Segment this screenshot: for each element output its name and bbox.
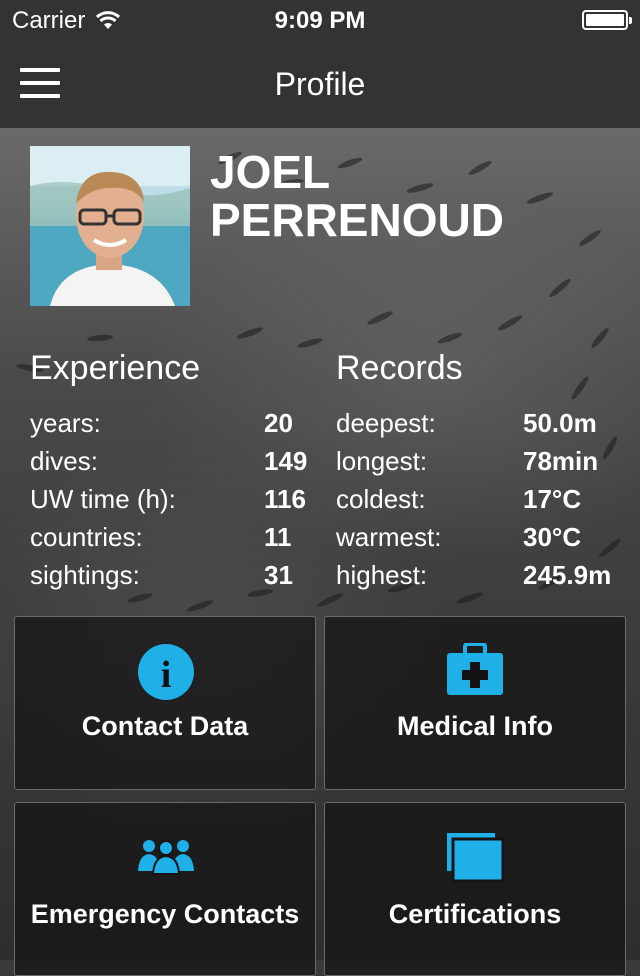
last-name: PERRENOUD — [210, 194, 504, 246]
people-group-icon — [138, 840, 194, 875]
records-row: coldest: 17°C — [336, 484, 636, 514]
records-row: longest: 78min — [336, 446, 636, 476]
contact-data-label: Contact Data — [81, 711, 249, 741]
stat-label: warmest: — [336, 522, 442, 552]
experience-row: years: 20 — [30, 408, 320, 438]
first-name: JOEL — [210, 146, 331, 198]
experience-row: dives: 149 — [30, 446, 320, 476]
records-row: highest: 245.9m — [336, 560, 636, 590]
stat-value: 31 — [264, 560, 293, 590]
stat-value: 11 — [264, 522, 292, 552]
experience-row: UW time (h): 116 — [30, 484, 320, 514]
stat-label: years: — [30, 408, 101, 438]
stat-label: highest: — [336, 560, 428, 590]
stat-label: coldest: — [336, 484, 426, 514]
contact-data-button[interactable]: i Contact Data — [14, 616, 316, 790]
medical-info-button[interactable]: Medical Info — [324, 616, 626, 790]
stat-value: 78min — [523, 446, 599, 476]
stat-label: UW time (h): — [30, 484, 176, 514]
stat-value: 50.0m — [523, 408, 597, 438]
experience-title: Experience — [30, 349, 201, 387]
info-icon: i — [138, 644, 194, 700]
stat-value: 149 — [264, 446, 308, 476]
certifications-label: Certifications — [388, 899, 562, 929]
stat-label: longest: — [336, 446, 428, 476]
battery-icon — [582, 10, 632, 30]
stat-value: 17°C — [523, 484, 582, 514]
stat-label: dives: — [30, 446, 98, 476]
experience-row: countries: 11 — [30, 522, 320, 552]
stat-value: 20 — [264, 408, 293, 438]
stat-value: 245.9m — [523, 560, 612, 590]
certifications-button[interactable]: Certifications — [324, 802, 626, 976]
medical-kit-icon — [447, 643, 503, 695]
avatar — [30, 146, 190, 306]
status-bar: Carrier 9:09 PM — [0, 0, 640, 40]
status-time: 9:09 PM — [274, 7, 366, 34]
medical-info-label: Medical Info — [396, 711, 553, 741]
svg-text:i: i — [161, 654, 172, 696]
stat-value: 30°C — [523, 522, 582, 552]
avatar-portrait — [30, 146, 190, 306]
records-row: warmest: 30°C — [336, 522, 636, 552]
stat-value: 116 — [264, 484, 306, 514]
navigation-bar: Profile — [0, 40, 640, 128]
stat-label: sightings: — [30, 560, 140, 590]
emergency-contacts-button[interactable]: Emergency Contacts — [14, 802, 316, 976]
records-title: Records — [336, 349, 463, 387]
stat-label: deepest: — [336, 408, 436, 438]
page-title: Profile — [274, 66, 366, 102]
cards-stack-icon — [447, 833, 505, 883]
emergency-contacts-label: Emergency Contacts — [30, 899, 300, 929]
profile-name: JOEL PERRENOUD — [210, 148, 504, 244]
stat-label: countries: — [30, 522, 143, 552]
experience-row: sightings: 31 — [30, 560, 320, 590]
records-row: deepest: 50.0m — [336, 408, 636, 438]
